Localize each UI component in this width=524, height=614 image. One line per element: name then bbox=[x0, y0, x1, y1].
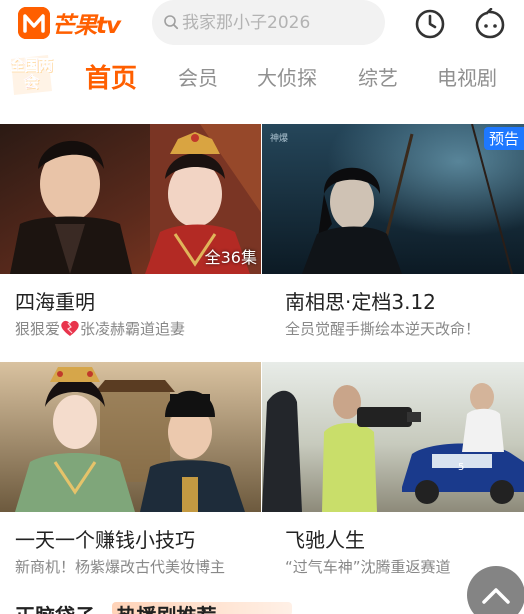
video-thumbnail[interactable] bbox=[0, 362, 262, 512]
episode-count: 全36集 bbox=[204, 248, 257, 267]
back-to-top-button[interactable] bbox=[467, 566, 524, 614]
channel-nav: 全国两会 首页 会员 大侦探 综艺 电视剧 bbox=[0, 50, 524, 106]
card-subtitle: 全员觉醒手撕绘本逆天改命！ bbox=[285, 320, 481, 338]
poster-image: 5 bbox=[262, 362, 524, 512]
card-title[interactable]: 一天一个赚钱小技巧 bbox=[15, 524, 195, 553]
app-header: 芒果tv bbox=[0, 0, 524, 50]
tab-vip[interactable]: 会员 bbox=[178, 62, 218, 91]
channel-mark: 神爆 bbox=[270, 134, 289, 144]
section-title[interactable]: 正脑袋子 · 热播剧推荐 bbox=[15, 600, 217, 614]
mango-tv-logo[interactable]: 芒果tv bbox=[18, 6, 121, 40]
subtitle-prefix: 狠狠爱 bbox=[15, 320, 61, 338]
section-header: 正脑袋子 · 热播剧推荐 bbox=[0, 598, 524, 614]
card-title[interactable]: 飞驰人生 bbox=[285, 524, 365, 553]
subtitle-suffix: 张凌赫霸道追妻 bbox=[80, 320, 186, 338]
card-subtitle: 新商机！杨紫爆改古代美妆博主 bbox=[15, 558, 226, 576]
tab-home[interactable]: 首页 bbox=[85, 58, 137, 95]
mango-face-icon bbox=[475, 8, 505, 39]
clock-icon bbox=[415, 9, 445, 39]
poster-image bbox=[0, 362, 262, 512]
user-button[interactable] bbox=[474, 8, 506, 40]
video-card[interactable]: 全36集 四海重明 狠狠爱 张凌赫霸道追妻 bbox=[0, 124, 262, 354]
chevron-up-icon bbox=[482, 588, 510, 604]
logo-text: 芒果tv bbox=[52, 13, 121, 39]
history-button[interactable] bbox=[414, 8, 446, 40]
card-subtitle: 狠狠爱 张凌赫霸道追妻 bbox=[15, 318, 185, 339]
video-thumbnail[interactable]: 5 bbox=[262, 362, 524, 512]
video-card[interactable]: 5 飞驰人生 “过气车神”沈腾重返赛道 bbox=[262, 362, 524, 592]
logo-icon bbox=[18, 7, 50, 39]
search-icon bbox=[164, 15, 179, 30]
search-input[interactable] bbox=[182, 0, 378, 45]
tab-detective[interactable]: 大侦探 bbox=[257, 62, 317, 91]
card-subtitle: “过气车神”沈腾重返赛道 bbox=[285, 558, 451, 576]
video-card[interactable]: 神爆 预告 南相思·定档3.12 全员觉醒手撕绘本逆天改命！ bbox=[262, 124, 524, 354]
heart-icon bbox=[61, 320, 79, 336]
tab-variety[interactable]: 综艺 bbox=[358, 62, 398, 91]
video-thumbnail[interactable]: 神爆 预告 bbox=[262, 124, 524, 274]
badge-text: 全国两会 bbox=[9, 56, 54, 91]
card-title[interactable]: 南相思·定档3.12 bbox=[285, 286, 436, 315]
two-sessions-badge[interactable]: 全国两会 bbox=[8, 53, 54, 97]
tab-tv-series[interactable]: 电视剧 bbox=[437, 62, 497, 91]
video-card[interactable]: 一天一个赚钱小技巧 新商机！杨紫爆改古代美妆博主 bbox=[0, 362, 262, 592]
card-title[interactable]: 四海重明 bbox=[15, 286, 95, 315]
search-bar[interactable] bbox=[152, 0, 385, 45]
svg-text:5: 5 bbox=[458, 462, 464, 473]
video-thumbnail[interactable]: 全36集 bbox=[0, 124, 262, 274]
trailer-tag: 预告 bbox=[483, 127, 524, 150]
